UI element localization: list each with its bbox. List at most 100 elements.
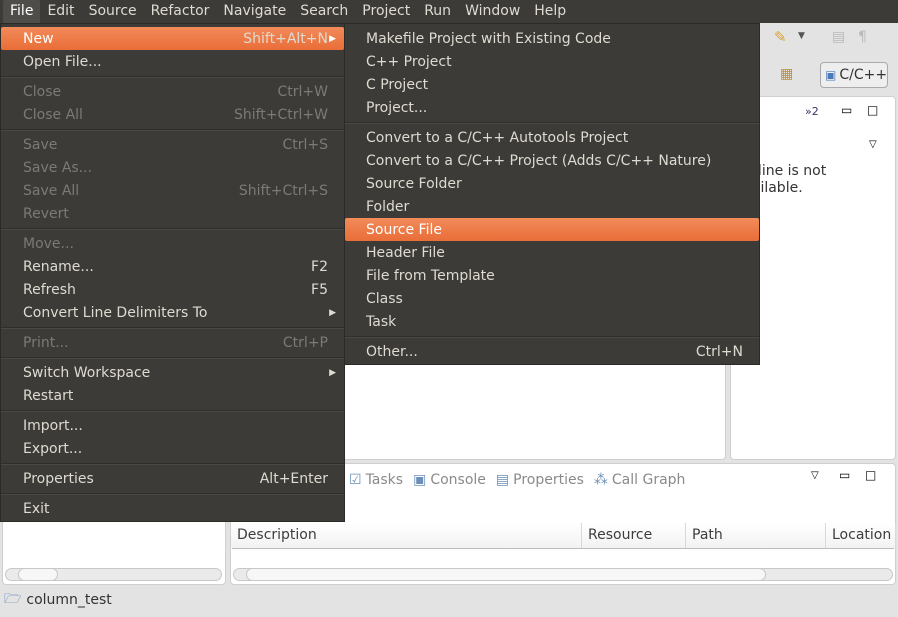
menu-item-label: C Project — [366, 76, 429, 93]
menu-item-c-project[interactable]: C Project — [345, 73, 759, 96]
menu-item-makefile-project-with-existing-code[interactable]: Makefile Project with Existing Code — [345, 27, 759, 50]
menu-item-close[interactable]: Close Ctrl+W — [1, 80, 344, 103]
open-perspective-icon[interactable]: ▦ — [780, 66, 793, 82]
menu-item-label: Save — [23, 136, 58, 153]
menu-separator — [1, 407, 344, 414]
menu-item-label: Refresh — [23, 281, 76, 298]
minimize-icon[interactable]: ▭ — [841, 103, 852, 117]
menu-item-label: Print... — [23, 334, 69, 351]
pen-icon[interactable]: ✎ — [774, 28, 787, 46]
menu-item-save-all[interactable]: Save All Shift+Ctrl+S — [1, 179, 344, 202]
maximize-icon[interactable]: □ — [867, 103, 878, 117]
menu-item-export[interactable]: Export... — [1, 437, 344, 460]
cpp-icon: ▣ — [825, 68, 837, 82]
menu-window[interactable]: Window — [458, 0, 527, 23]
menu-item-label: Properties — [23, 470, 94, 487]
menu-item-file-from-template[interactable]: File from Template — [345, 264, 759, 287]
menu-item-open-file[interactable]: Open File... — [1, 50, 344, 73]
perspective-cpp-button[interactable]: ▣ C/C++ — [820, 62, 888, 88]
view-menu-icon[interactable]: ▽ — [811, 470, 819, 481]
menu-item-revert[interactable]: Revert — [1, 202, 344, 225]
overflow-tabs[interactable]: »2 — [805, 105, 819, 118]
menu-file[interactable]: File — [3, 0, 41, 23]
menu-item-label: Class — [366, 290, 403, 307]
menu-source[interactable]: Source — [82, 0, 144, 23]
menu-separator — [345, 333, 759, 340]
tasks-icon: ☑ — [349, 472, 362, 488]
menu-refactor[interactable]: Refactor — [144, 0, 217, 23]
menu-item-print[interactable]: Print... Ctrl+P — [1, 331, 344, 354]
menu-item-folder[interactable]: Folder — [345, 195, 759, 218]
view-menu-icon[interactable]: ▽ — [869, 139, 877, 150]
menu-item-label: New — [23, 30, 54, 47]
pilcrow-icon[interactable]: ¶ — [858, 29, 867, 45]
menu-item-project[interactable]: Project... — [345, 96, 759, 119]
menu-item-c-project[interactable]: C++ Project — [345, 50, 759, 73]
menu-item-shortcut: Ctrl+N — [695, 343, 743, 360]
tab-console[interactable]: ▣ Console — [413, 472, 486, 488]
menu-item-restart[interactable]: Restart — [1, 384, 344, 407]
menu-item-shortcut: Ctrl+W — [277, 83, 328, 100]
menu-item-label: Makefile Project with Existing Code — [366, 30, 611, 47]
menu-item-exit[interactable]: Exit — [1, 497, 344, 520]
menu-project[interactable]: Project — [355, 0, 417, 23]
menu-item-label: Source Folder — [366, 175, 462, 192]
menu-item-save-as[interactable]: Save As... — [1, 156, 344, 179]
horizontal-scrollbar[interactable] — [5, 568, 222, 581]
menu-run[interactable]: Run — [417, 0, 458, 23]
menu-item-source-file[interactable]: Source File — [345, 218, 759, 241]
menu-item-switch-workspace[interactable]: Switch Workspace ▶ — [1, 361, 344, 384]
minimize-icon[interactable]: ▭ — [839, 468, 850, 482]
menu-item-convert-to-a-c-c-project-adds-c-c-nature[interactable]: Convert to a C/C++ Project (Adds C/C++ N… — [345, 149, 759, 172]
menu-item-new[interactable]: New Shift+Alt+N ▶ — [1, 27, 344, 50]
menu-help[interactable]: Help — [527, 0, 573, 23]
menu-item-label: Save All — [23, 182, 80, 199]
menu-item-label: Folder — [366, 198, 410, 215]
column-header-path[interactable]: Path — [686, 523, 826, 548]
tab-call-graph[interactable]: ⁂ Call Graph — [594, 472, 686, 488]
menu-item-rename[interactable]: Rename... F2 — [1, 255, 344, 278]
menu-search[interactable]: Search — [293, 0, 355, 23]
tab-properties[interactable]: ▤ Properties — [496, 472, 584, 488]
menu-item-label: File from Template — [366, 267, 495, 284]
menu-item-label: Task — [366, 313, 397, 330]
column-header-location[interactable]: Location — [826, 523, 896, 548]
toolbar: ✎ ▼ ▤ ¶ ▦ ▣ C/C++ — [760, 24, 898, 96]
menu-item-convert-line-delimiters-to[interactable]: Convert Line Delimiters To ▶ — [1, 301, 344, 324]
menu-item-label: Rename... — [23, 258, 94, 275]
menu-item-label: Restart — [23, 387, 74, 404]
menu-item-label: Convert Line Delimiters To — [23, 304, 208, 321]
menu-separator — [1, 354, 344, 361]
menu-item-label: Convert to a C/C++ Autotools Project — [366, 129, 629, 146]
menu-navigate[interactable]: Navigate — [216, 0, 293, 23]
menu-item-shortcut: Ctrl+S — [282, 136, 328, 153]
column-header-resource[interactable]: Resource — [582, 523, 686, 548]
menu-item-task[interactable]: Task — [345, 310, 759, 333]
menu-item-shortcut: Shift+Ctrl+W — [233, 106, 328, 123]
menu-item-source-folder[interactable]: Source Folder — [345, 172, 759, 195]
horizontal-scrollbar[interactable] — [233, 568, 893, 581]
menu-item-save[interactable]: Save Ctrl+S — [1, 133, 344, 156]
menu-bar: File Edit Source Refactor Navigate Search Proj… — [0, 0, 898, 23]
tab-tasks[interactable]: ☑ Tasks — [349, 472, 403, 488]
menu-item-refresh[interactable]: Refresh F5 — [1, 278, 344, 301]
menu-item-close-all[interactable]: Close All Shift+Ctrl+W — [1, 103, 344, 126]
column-header-description[interactable]: Description — [231, 523, 582, 548]
menu-item-move[interactable]: Move... — [1, 232, 344, 255]
menu-item-class[interactable]: Class — [345, 287, 759, 310]
dropdown-icon[interactable]: ▼ — [798, 31, 805, 41]
menu-item-label: Convert to a C/C++ Project (Adds C/C++ N… — [366, 152, 712, 169]
menu-item-shortcut: Shift+Alt+N — [243, 30, 328, 47]
block-icon[interactable]: ▤ — [832, 29, 845, 45]
menu-item-import[interactable]: Import... — [1, 414, 344, 437]
menu-item-header-file[interactable]: Header File — [345, 241, 759, 264]
menu-item-label: Exit — [23, 500, 50, 517]
maximize-icon[interactable]: □ — [865, 468, 876, 482]
menu-edit[interactable]: Edit — [40, 0, 81, 23]
status-bar: 🗁 column_test — [4, 588, 112, 612]
status-project: column_test — [26, 592, 112, 608]
menu-item-convert-to-a-c-c-autotools-project[interactable]: Convert to a C/C++ Autotools Project — [345, 126, 759, 149]
menu-item-properties[interactable]: Properties Alt+Enter — [1, 467, 344, 490]
menu-item-other[interactable]: Other... Ctrl+N — [345, 340, 759, 363]
menu-item-label: Switch Workspace — [23, 364, 151, 381]
